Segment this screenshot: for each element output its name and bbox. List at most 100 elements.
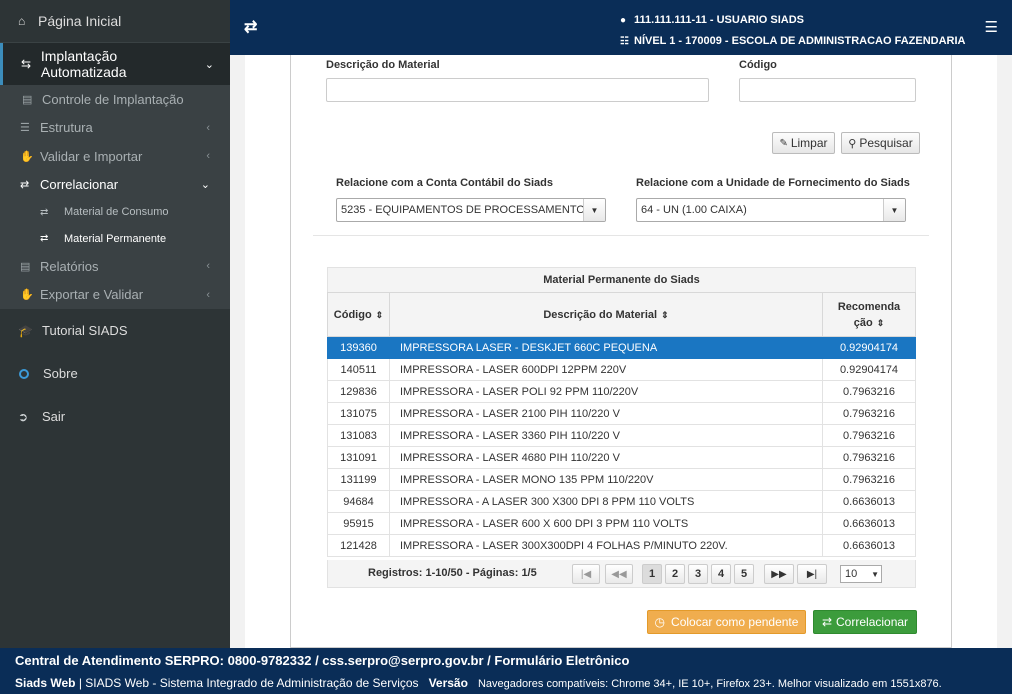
- list-icon: ☰: [20, 122, 30, 135]
- page-button-1[interactable]: 1: [642, 564, 662, 584]
- last-page-button[interactable]: ▶|: [797, 564, 827, 584]
- sidebar-item-tutorial[interactable]: 🎓 Tutorial SIADS: [0, 309, 230, 352]
- cell-rec: 0.92904174: [822, 336, 916, 359]
- cell-rec: 0.6636013: [822, 512, 916, 535]
- cell-rec: 0.6636013: [822, 534, 916, 557]
- chevron-down-icon: ⌄: [200, 179, 210, 192]
- pager-info: Registros: 1-10/50 - Páginas: 1/5: [368, 567, 537, 579]
- main-panel: Descrição do Material Código ✎ Limpar ⚲ …: [245, 55, 997, 648]
- cell-desc: IMPRESSORA LASER - DESKJET 660C PEQUENA: [389, 336, 823, 359]
- sidebar-item-label: Tutorial SIADS: [42, 323, 128, 338]
- sitemap-icon: ☷: [620, 36, 629, 47]
- page-button-5[interactable]: 5: [734, 564, 754, 584]
- sidebar-item-material-consumo[interactable]: ⇄ Material de Consumo: [0, 199, 230, 226]
- random-icon: ⇄: [40, 233, 49, 245]
- cell-desc: IMPRESSORA - LASER 300X300DPI 4 FOLHAS P…: [389, 534, 823, 557]
- column-label: Recomenda: [837, 300, 901, 313]
- mark-pending-button[interactable]: ◷ Colocar como pendente: [647, 610, 806, 634]
- unit-label: Relacione com a Unidade de Fornecimento …: [636, 177, 910, 189]
- sidebar-item-label: Validar e Importar: [40, 148, 143, 164]
- cell-rec: 0.92904174: [822, 358, 916, 381]
- pager: Registros: 1-10/50 - Páginas: 1/5 |◀ ◀◀ …: [327, 560, 916, 588]
- exchange-icon: ⇆: [21, 57, 32, 71]
- sidebar-item-sobre[interactable]: Sobre: [0, 352, 230, 395]
- user-icon: ●: [620, 15, 627, 26]
- user-name: 111.111.111-11 - USUARIO SIADS: [634, 14, 804, 26]
- next-page-button[interactable]: ▶▶: [764, 564, 794, 584]
- page-size-value: 10: [845, 568, 858, 580]
- sidebar-item-correlacionar[interactable]: ⇄ Correlacionar ⌄: [0, 171, 230, 200]
- top-header: ⇄ ● 111.111.111-11 - USUARIO SIADS ☷ NÍVEL…: [230, 0, 1012, 55]
- sidebar-item-home[interactable]: ⌂ Página Inicial: [0, 0, 230, 43]
- caret-down-icon: ▼: [583, 199, 605, 221]
- sidebar-item-sair[interactable]: ➲ Sair: [0, 395, 230, 438]
- table-row[interactable]: 95915 IMPRESSORA - LASER 600 X 600 DPI 3 …: [327, 512, 916, 535]
- code-input[interactable]: [739, 78, 916, 102]
- sidebar-item-controle[interactable]: ▤ Controle de Implantação: [0, 85, 230, 114]
- cell-code: 140511: [327, 358, 390, 381]
- user-info: ● 111.111.111-11 - USUARIO SIADS ☷ NÍVEL 1…: [620, 10, 965, 52]
- clock-icon: ◷: [654, 615, 666, 629]
- menu-icon[interactable]: ☰: [985, 18, 998, 36]
- account-select[interactable]: 5235 - EQUIPAMENTOS DE PROCESSAMENTO ▼: [336, 198, 606, 222]
- correlate-button[interactable]: ⇄ Correlacionar: [813, 610, 917, 634]
- cell-code: 131075: [327, 402, 390, 425]
- search-icon: ⚲: [848, 137, 857, 150]
- chevron-left-icon: ‹: [206, 121, 210, 134]
- sidebar-item-material-permanente[interactable]: ⇄ Material Permanente: [0, 226, 230, 253]
- unit-select[interactable]: 64 - UN (1.00 CAIXA) ▼: [636, 198, 906, 222]
- sidebar-item-implantacao[interactable]: ⇆ Implantação Automatizada ⌄: [0, 43, 230, 85]
- divider: [313, 235, 929, 236]
- sidebar-item-relatorios[interactable]: ▤ Relatórios ‹: [0, 252, 230, 281]
- column-label: Código: [333, 308, 372, 321]
- table-icon: ▤: [22, 93, 33, 106]
- sidebar-item-validar[interactable]: ✋ Validar e Importar ‹: [0, 142, 230, 171]
- thumbs-up-icon: ✋: [20, 289, 34, 302]
- column-label: Descrição do Material: [543, 308, 658, 321]
- first-page-button[interactable]: |◀: [572, 564, 600, 584]
- cell-code: 95915: [327, 512, 390, 535]
- cell-code: 139360: [327, 336, 390, 359]
- system-description: | SIADS Web - Sistema Integrado de Admin…: [78, 676, 419, 690]
- column-header-code[interactable]: Código ⇕: [327, 292, 390, 337]
- cell-rec: 0.7963216: [822, 380, 916, 403]
- column-header-description[interactable]: Descrição do Material ⇕: [389, 292, 823, 337]
- table-row[interactable]: 139360 IMPRESSORA LASER - DESKJET 660C PE…: [327, 336, 916, 359]
- table-row[interactable]: 131091 IMPRESSORA - LASER 4680 PIH 110/22…: [327, 446, 916, 469]
- page-button-2[interactable]: 2: [665, 564, 685, 584]
- cell-code: 131199: [327, 468, 390, 491]
- page-button-3[interactable]: 3: [688, 564, 708, 584]
- table-row[interactable]: 140511 IMPRESSORA - LASER 600DPI 12PPM 22…: [327, 358, 916, 381]
- cell-rec: 0.7963216: [822, 468, 916, 491]
- content-box: Descrição do Material Código ✎ Limpar ⚲ …: [290, 55, 952, 648]
- sidebar-item-estrutura[interactable]: ☰ Estrutura ‹: [0, 114, 230, 143]
- page-size-select[interactable]: 10 ▼: [840, 565, 882, 583]
- chevron-left-icon: ‹: [206, 288, 210, 301]
- table-row[interactable]: 131075 IMPRESSORA - LASER 2100 PIH 110/22…: [327, 402, 916, 425]
- table-row[interactable]: 131083 IMPRESSORA - LASER 3360 PIH 110/22…: [327, 424, 916, 447]
- table-row[interactable]: 121428 IMPRESSORA - LASER 300X300DPI 4 FO…: [327, 534, 916, 557]
- home-icon: ⌂: [18, 14, 26, 28]
- account-label: Relacione com a Conta Contábil do Siads: [336, 177, 553, 189]
- sidebar-item-label: Implantação Automatizada: [40, 48, 127, 80]
- cell-rec: 0.7963216: [822, 446, 916, 469]
- clear-button[interactable]: ✎ Limpar: [772, 132, 835, 154]
- table-row[interactable]: 94684 IMPRESSORA - A LASER 300 X300 DPI 8…: [327, 490, 916, 513]
- cell-desc: IMPRESSORA - LASER 600DPI 12PPM 220V: [389, 358, 823, 381]
- page-button-4[interactable]: 4: [711, 564, 731, 584]
- search-button-label: Pesquisar: [859, 136, 913, 150]
- table-row[interactable]: 131199 IMPRESSORA - LASER MONO 135 PPM 11…: [327, 468, 916, 491]
- column-header-recommendation[interactable]: Recomenda ção ⇕: [822, 292, 916, 337]
- caret-down-icon: ▼: [883, 199, 905, 221]
- cell-desc: IMPRESSORA - A LASER 300 X300 DPI 8 PPM …: [389, 490, 823, 513]
- description-input[interactable]: [326, 78, 709, 102]
- cell-desc: IMPRESSORA - LASER 4680 PIH 110/220 V: [389, 446, 823, 469]
- random-icon: ⇄: [20, 179, 30, 192]
- sidebar-item-exportar[interactable]: ✋ Exportar e Validar ‹: [0, 281, 230, 310]
- prev-page-button[interactable]: ◀◀: [605, 564, 633, 584]
- search-button[interactable]: ⚲ Pesquisar: [841, 132, 920, 154]
- sidebar-item-label: Exportar e Validar: [40, 287, 144, 303]
- table-row[interactable]: 129836 IMPRESSORA - LASER POLI 92 PPM 110…: [327, 380, 916, 403]
- sidebar-toggle-icon[interactable]: ⇄: [244, 17, 257, 37]
- graduation-cap-icon: 🎓: [18, 323, 33, 338]
